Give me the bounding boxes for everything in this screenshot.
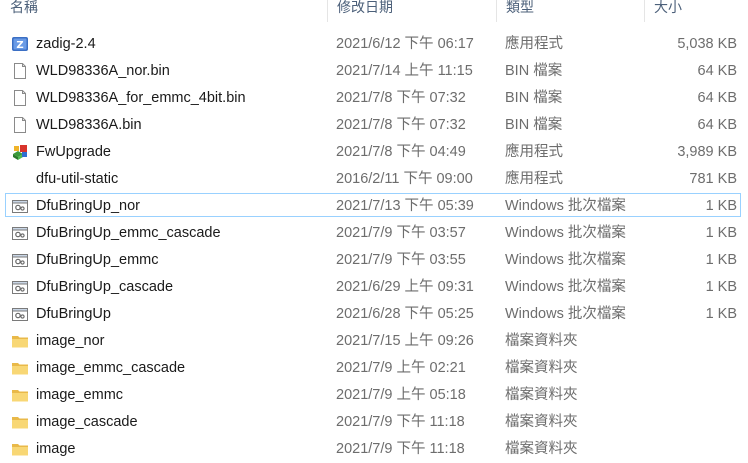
file-row[interactable]: DfuBringUp_emmc 2021/7/9 下午 03:55 Window… (0, 246, 748, 273)
file-row[interactable]: WLD98336A_for_emmc_4bit.bin 2021/7/8 下午 … (0, 84, 748, 111)
column-header-date[interactable]: 修改日期 (327, 0, 496, 22)
column-header-size[interactable]: 大小 (644, 0, 748, 22)
batch-file-icon (11, 278, 29, 296)
file-type: 檔案資料夾 (505, 414, 578, 430)
file-row[interactable]: DfuBringUp_nor 2021/7/13 下午 05:39 Window… (0, 192, 748, 219)
file-name: DfuBringUp (36, 306, 111, 322)
file-size: 64 KB (697, 90, 738, 106)
file-type: 檔案資料夾 (505, 387, 578, 403)
file-row[interactable]: DfuBringUp_emmc_cascade 2021/7/9 下午 03:5… (0, 219, 748, 246)
file-type: BIN 檔案 (505, 117, 563, 133)
column-header-name[interactable]: 名稱 (0, 0, 327, 22)
file-date-modified: 2021/7/9 上午 05:18 (336, 387, 466, 403)
file-date-modified: 2021/7/9 下午 11:18 (336, 414, 465, 430)
file-date-modified: 2021/7/9 下午 03:55 (336, 252, 466, 268)
svg-text:Z: Z (16, 40, 23, 51)
file-name: DfuBringUp_cascade (36, 279, 174, 295)
document-icon (11, 62, 29, 80)
file-name: DfuBringUp_nor (36, 198, 140, 214)
file-list: Z zadig-2.4 2021/6/12 下午 06:17 應用程式 5,03… (0, 30, 748, 462)
file-size: 3,989 KB (677, 144, 737, 160)
file-row[interactable]: image 2021/7/9 下午 11:18 檔案資料夾 (0, 435, 748, 462)
installer-app-icon (11, 143, 29, 161)
batch-file-icon (11, 305, 29, 323)
file-row[interactable]: image_nor 2021/7/15 上午 09:26 檔案資料夾 (0, 327, 748, 354)
file-size: 64 KB (697, 63, 738, 79)
file-row[interactable]: image_emmc_cascade 2021/7/9 上午 02:21 檔案資… (0, 354, 748, 381)
blank-app-icon (11, 170, 29, 188)
file-type: Windows 批次檔案 (505, 279, 626, 295)
file-name: FwUpgrade (36, 144, 111, 160)
file-type: Windows 批次檔案 (505, 306, 626, 322)
file-date-modified: 2021/7/13 下午 05:39 (336, 198, 474, 214)
file-name: image_cascade (36, 414, 138, 430)
file-date-modified: 2016/2/11 下午 09:00 (336, 171, 473, 187)
file-type: 檔案資料夾 (505, 360, 578, 376)
document-icon (11, 89, 29, 107)
document-icon (11, 116, 29, 134)
file-type: 應用程式 (505, 144, 563, 160)
file-date-modified: 2021/7/8 下午 07:32 (336, 117, 466, 133)
file-size: 1 KB (705, 252, 737, 268)
file-type: 應用程式 (505, 36, 563, 52)
file-name: dfu-util-static (36, 171, 119, 187)
file-size: 1 KB (705, 279, 737, 295)
file-name: WLD98336A_for_emmc_4bit.bin (36, 90, 246, 106)
file-row[interactable]: image_cascade 2021/7/9 下午 11:18 檔案資料夾 (0, 408, 748, 435)
file-date-modified: 2021/7/14 上午 11:15 (336, 63, 473, 79)
file-name: image_emmc_cascade (36, 360, 186, 376)
file-row[interactable]: DfuBringUp_cascade 2021/6/29 上午 09:31 Wi… (0, 273, 748, 300)
file-row[interactable]: image_emmc 2021/7/9 上午 05:18 檔案資料夾 (0, 381, 748, 408)
file-type: BIN 檔案 (505, 90, 563, 106)
zadig-app-icon: Z (11, 35, 29, 53)
file-type: 應用程式 (505, 171, 563, 187)
file-name: DfuBringUp_emmc_cascade (36, 225, 221, 241)
file-date-modified: 2021/7/9 上午 02:21 (336, 360, 466, 376)
file-name: DfuBringUp_emmc (36, 252, 159, 268)
folder-icon (11, 359, 29, 377)
file-name: WLD98336A_nor.bin (36, 63, 170, 79)
column-header-bar: 名稱 修改日期 類型 大小 (0, 0, 748, 22)
file-row[interactable]: WLD98336A_nor.bin 2021/7/14 上午 11:15 BIN… (0, 57, 748, 84)
file-date-modified: 2021/6/12 下午 06:17 (336, 36, 474, 52)
file-date-modified: 2021/7/9 下午 11:18 (336, 441, 465, 457)
folder-icon (11, 413, 29, 431)
file-date-modified: 2021/7/8 下午 07:32 (336, 90, 466, 106)
file-size: 5,038 KB (677, 36, 737, 52)
file-size: 1 KB (705, 198, 737, 214)
file-date-modified: 2021/6/28 下午 05:25 (336, 306, 474, 322)
file-type: Windows 批次檔案 (505, 252, 626, 268)
file-date-modified: 2021/7/9 下午 03:57 (336, 225, 466, 241)
file-row[interactable]: FwUpgrade 2021/7/8 下午 04:49 應用程式 3,989 K… (0, 138, 748, 165)
file-size: 64 KB (697, 117, 738, 133)
file-size: 781 KB (689, 171, 737, 187)
file-type: Windows 批次檔案 (505, 225, 626, 241)
file-row[interactable]: dfu-util-static 2016/2/11 下午 09:00 應用程式 … (0, 165, 748, 192)
file-type: 檔案資料夾 (505, 333, 578, 349)
file-size: 1 KB (705, 306, 737, 322)
file-row[interactable]: WLD98336A.bin 2021/7/8 下午 07:32 BIN 檔案 6… (0, 111, 748, 138)
batch-file-icon (11, 224, 29, 242)
folder-icon (11, 440, 29, 458)
file-name: image_nor (36, 333, 105, 349)
folder-icon (11, 332, 29, 350)
file-name: image_emmc (36, 387, 124, 403)
file-size: 1 KB (705, 225, 737, 241)
file-type: 檔案資料夾 (505, 441, 578, 457)
file-row[interactable]: Z zadig-2.4 2021/6/12 下午 06:17 應用程式 5,03… (0, 30, 748, 57)
batch-file-icon (11, 197, 29, 215)
batch-file-icon (11, 251, 29, 269)
file-name: image (36, 441, 76, 457)
file-date-modified: 2021/7/15 上午 09:26 (336, 333, 474, 349)
file-row[interactable]: DfuBringUp 2021/6/28 下午 05:25 Windows 批次… (0, 300, 748, 327)
file-date-modified: 2021/6/29 上午 09:31 (336, 279, 474, 295)
file-date-modified: 2021/7/8 下午 04:49 (336, 144, 466, 160)
folder-icon (11, 386, 29, 404)
file-name: zadig-2.4 (36, 36, 96, 52)
file-type: Windows 批次檔案 (505, 198, 626, 214)
column-header-type[interactable]: 類型 (496, 0, 644, 22)
file-type: BIN 檔案 (505, 63, 563, 79)
file-name: WLD98336A.bin (36, 117, 142, 133)
